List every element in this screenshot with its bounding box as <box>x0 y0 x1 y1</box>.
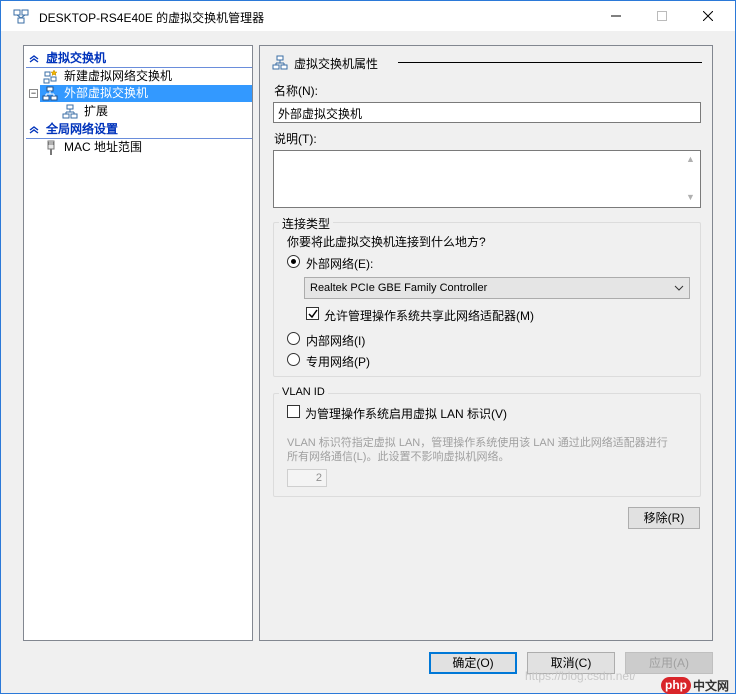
ok-button[interactable]: 确定(O) <box>429 652 517 674</box>
section-global-network-settings[interactable]: 全局网络设置 <box>26 121 252 139</box>
allow-share-label[interactable]: 允许管理操作系统共享此网络适配器(M) <box>324 307 534 324</box>
title-bar: DESKTOP-RS4E40E 的虚拟交换机管理器 <box>1 1 735 31</box>
scroll-down-icon[interactable]: ▼ <box>686 192 709 202</box>
vlan-enable-label[interactable]: 为管理操作系统启用虚拟 LAN 标识(V) <box>305 405 507 422</box>
vlan-enable-checkbox[interactable] <box>287 405 300 418</box>
tree-item-label: 扩展 <box>84 104 109 118</box>
tree-item-extensions[interactable]: 扩展 <box>60 103 240 120</box>
section-virtual-switches[interactable]: 虚拟交换机 <box>26 50 252 68</box>
collapse-chevron-icon[interactable] <box>29 126 39 134</box>
new-switch-icon <box>42 69 58 85</box>
adapter-value: Realtek PCIe GBE Family Controller <box>310 282 488 294</box>
connection-question: 你要将此虚拟交换机连接到什么地方? <box>287 235 486 249</box>
tree-item-external-switch[interactable]: 外部虚拟交换机 <box>40 85 252 102</box>
watermark-url: https://blog.csdn.net/ <box>525 669 636 683</box>
external-network-radio[interactable] <box>287 255 300 268</box>
vlan-description-line2: 所有网络通信(L)。此设置不影响虚拟机网络。 <box>287 451 510 463</box>
section-label: 全局网络设置 <box>46 122 119 136</box>
internal-network-label[interactable]: 内部网络(I) <box>306 332 365 349</box>
external-network-label[interactable]: 外部网络(E): <box>306 255 373 272</box>
header-divider <box>398 62 702 63</box>
apply-button[interactable]: 应用(A) <box>625 652 713 674</box>
private-network-radio[interactable] <box>287 353 300 366</box>
tree-item-label: 外部虚拟交换机 <box>64 86 149 100</box>
vlan-title: VLAN ID <box>279 386 328 398</box>
notes-textarea[interactable] <box>273 150 701 208</box>
tree-item-mac-range[interactable]: MAC 地址范围 <box>40 139 252 156</box>
window-title: DESKTOP-RS4E40E 的虚拟交换机管理器 <box>39 11 265 25</box>
minimize-button[interactable] <box>593 1 639 31</box>
properties-header: 虚拟交换机属性 <box>272 54 702 72</box>
network-switch-icon <box>272 55 288 74</box>
close-button[interactable] <box>685 1 731 31</box>
network-cable-icon <box>44 140 60 156</box>
navigation-tree: 虚拟交换机 新建虚拟网络交换机 − 外部虚拟交换机 扩展 全局网络设置 MAC … <box>23 45 253 641</box>
private-network-label[interactable]: 专用网络(P) <box>306 353 370 370</box>
switch-manager-window: DESKTOP-RS4E40E 的虚拟交换机管理器 虚拟交换机 新建虚拟网络交换… <box>0 0 736 694</box>
section-label: 虚拟交换机 <box>46 51 107 65</box>
tree-item-new-switch[interactable]: 新建虚拟网络交换机 <box>40 68 252 85</box>
properties-title: 虚拟交换机属性 <box>294 57 379 71</box>
scroll-up-icon[interactable]: ▲ <box>686 154 709 164</box>
properties-pane: 虚拟交换机属性 名称(N): 外部虚拟交换机 说明(T): ▲ ▼ 连接类型 你… <box>259 45 713 641</box>
tree-item-label: 新建虚拟网络交换机 <box>64 69 173 83</box>
collapse-chevron-icon[interactable] <box>29 55 39 63</box>
name-label: 名称(N): <box>274 84 318 98</box>
collapse-toggle-icon[interactable]: − <box>29 89 38 98</box>
name-input[interactable]: 外部虚拟交换机 <box>273 102 701 123</box>
network-switch-icon <box>62 104 78 120</box>
connection-type-title: 连接类型 <box>279 215 334 232</box>
maximize-button[interactable] <box>639 1 685 31</box>
allow-share-checkbox[interactable] <box>306 307 319 320</box>
watermark-site: 中文网 <box>693 679 730 693</box>
tree-item-label: MAC 地址范围 <box>64 140 143 154</box>
notes-label: 说明(T): <box>274 132 317 146</box>
internal-network-radio[interactable] <box>287 332 300 345</box>
vlan-id-stepper[interactable]: 2 <box>287 469 327 487</box>
network-switch-icon <box>42 86 58 102</box>
virtual-switch-manager-icon <box>13 8 29 24</box>
network-adapter-dropdown[interactable]: Realtek PCIe GBE Family Controller <box>304 277 690 299</box>
remove-button[interactable]: 移除(R) <box>628 507 700 529</box>
php-logo: php <box>661 677 691 694</box>
chevron-down-icon <box>674 278 684 305</box>
